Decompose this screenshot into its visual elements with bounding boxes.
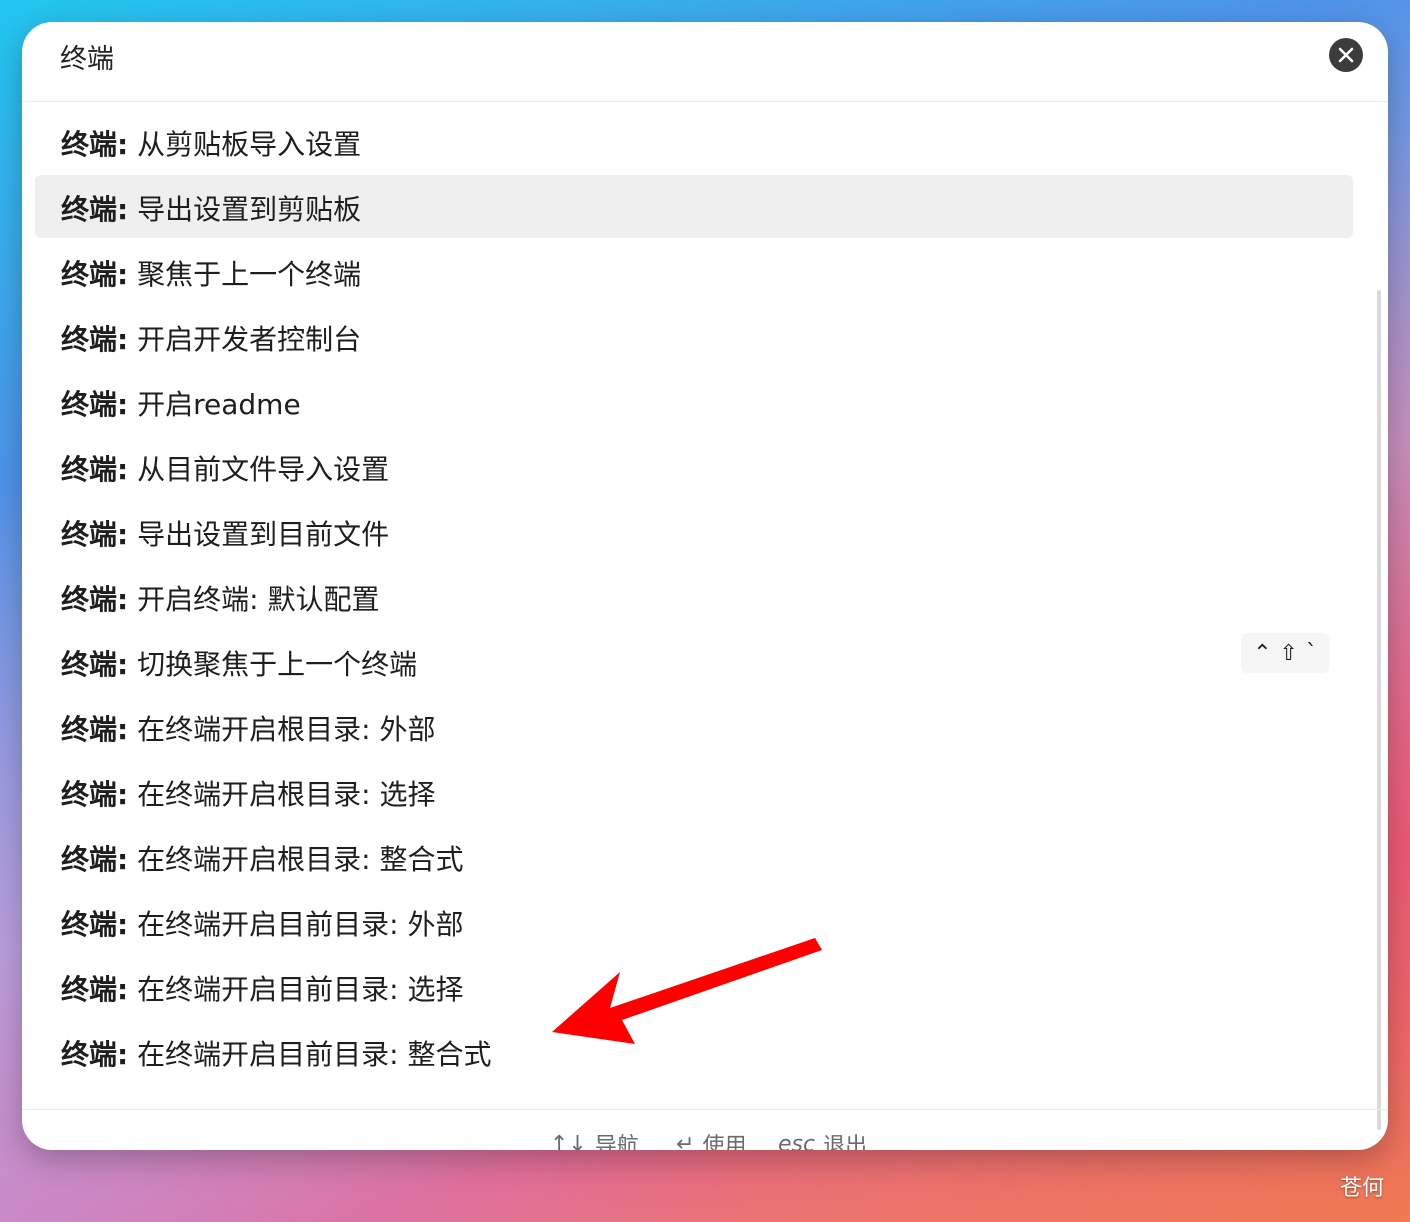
command-item-text: 终端: 开启终端: 默认配置	[61, 578, 379, 618]
command-item[interactable]: 终端: 在终端开启根目录: 整合式	[35, 825, 1353, 888]
command-label: 导出设置到剪贴板	[137, 193, 362, 226]
command-item-text: 终端: 聚焦于上一个终端	[61, 253, 361, 293]
command-item-text: 终端: 切换聚焦于上一个终端	[61, 643, 417, 683]
footer-hints: ↑↓ 导航 ↵ 使用 esc 退出	[22, 1109, 1388, 1150]
command-category: 终端:	[61, 128, 129, 161]
scrollbar[interactable]	[1377, 290, 1381, 1130]
command-category: 终端:	[61, 388, 129, 421]
command-label: 在终端开启根目录: 外部	[137, 713, 436, 746]
shortcut-key: `	[1305, 640, 1317, 666]
command-label: 在终端开启根目录: 整合式	[137, 843, 464, 876]
command-item[interactable]: 终端: 切换聚焦于上一个终端 ⌃ ⇧ `	[35, 630, 1353, 693]
command-category: 终端:	[61, 583, 129, 616]
command-item[interactable]: 终端: 聚焦于上一个终端	[35, 240, 1353, 303]
watermark-text: 苍何	[1340, 1176, 1385, 1201]
command-label: 开启readme	[137, 388, 301, 421]
command-label: 在终端开启根目录: 选择	[137, 778, 436, 811]
command-item[interactable]: 终端: 开启开发者控制台	[35, 305, 1353, 368]
command-item[interactable]: 终端: 开启终端: 默认配置	[35, 565, 1353, 628]
use-label: 使用	[702, 1134, 747, 1150]
hint-escape: esc 退出	[778, 1128, 868, 1151]
command-category: 终端:	[61, 1038, 129, 1071]
shortcut-key: ⇧	[1279, 640, 1298, 666]
command-label: 在终端开启目前目录: 整合式	[137, 1038, 492, 1071]
command-label: 导出设置到目前文件	[137, 518, 390, 551]
command-item[interactable]: 终端: 导出设置到目前文件	[35, 500, 1353, 563]
command-label: 开启开发者控制台	[137, 323, 362, 356]
command-category: 终端:	[61, 908, 129, 941]
keyboard-shortcut: ⌃ ⇧ `	[1241, 633, 1329, 673]
command-item-text: 终端: 在终端开启根目录: 外部	[61, 708, 435, 748]
command-item[interactable]: 终端: 导出设置到剪贴板	[35, 175, 1353, 238]
command-category: 终端:	[61, 323, 129, 356]
search-bar	[22, 22, 1388, 102]
command-item-text: 终端: 在终端开启目前目录: 选择	[61, 968, 463, 1008]
nav-keys: ↑↓	[550, 1131, 587, 1151]
command-item[interactable]: 终端: 在终端开启根目录: 外部	[35, 695, 1353, 758]
close-icon	[1338, 47, 1354, 63]
command-item[interactable]: 终端: 从目前文件导入设置	[35, 435, 1353, 498]
command-label: 在终端开启目前目录: 外部	[137, 908, 464, 941]
command-item-text: 终端: 在终端开启根目录: 选择	[61, 773, 435, 813]
command-category: 终端:	[61, 193, 129, 226]
nav-label: 导航	[594, 1134, 639, 1150]
command-item[interactable]: 终端: 开启readme	[35, 370, 1353, 433]
command-item-text: 终端: 在终端开启目前目录: 整合式	[61, 1033, 491, 1073]
annotation-arrow-icon	[547, 933, 827, 1049]
search-input[interactable]	[60, 36, 1320, 76]
command-category: 终端:	[61, 453, 129, 486]
command-category: 终端:	[61, 843, 129, 876]
esc-key: esc	[778, 1131, 816, 1151]
command-item-text: 终端: 开启readme	[61, 383, 301, 423]
close-button[interactable]	[1329, 38, 1363, 72]
command-category: 终端:	[61, 518, 129, 551]
esc-label: 退出	[823, 1134, 868, 1150]
command-item-text: 终端: 在终端开启根目录: 整合式	[61, 838, 463, 878]
command-item-text: 终端: 从剪贴板导入设置	[61, 123, 361, 163]
command-label: 切换聚焦于上一个终端	[137, 648, 418, 681]
shortcut-key: ⌃	[1253, 640, 1272, 666]
command-label: 从目前文件导入设置	[137, 453, 390, 486]
command-label: 开启终端: 默认配置	[137, 583, 380, 616]
command-category: 终端:	[61, 648, 129, 681]
command-item-text: 终端: 导出设置到目前文件	[61, 513, 389, 553]
command-label: 在终端开启目前目录: 选择	[137, 973, 464, 1006]
command-item-text: 终端: 从目前文件导入设置	[61, 448, 389, 488]
command-category: 终端:	[61, 258, 129, 291]
enter-icon: ↵	[676, 1131, 695, 1151]
command-item-text: 终端: 在终端开启目前目录: 外部	[61, 903, 463, 943]
command-item-text: 终端: 开启开发者控制台	[61, 318, 361, 358]
command-item-text: 终端: 导出设置到剪贴板	[61, 188, 361, 228]
command-item[interactable]: 终端: 在终端开启根目录: 选择	[35, 760, 1353, 823]
hint-use: ↵ 使用	[676, 1128, 747, 1151]
hint-navigate: ↑↓ 导航	[550, 1128, 639, 1151]
command-category: 终端:	[61, 973, 129, 1006]
command-category: 终端:	[61, 713, 129, 746]
command-category: 终端:	[61, 778, 129, 811]
command-label: 聚焦于上一个终端	[137, 258, 362, 291]
command-item[interactable]: 终端: 从剪贴板导入设置	[35, 110, 1353, 173]
command-label: 从剪贴板导入设置	[137, 128, 362, 161]
